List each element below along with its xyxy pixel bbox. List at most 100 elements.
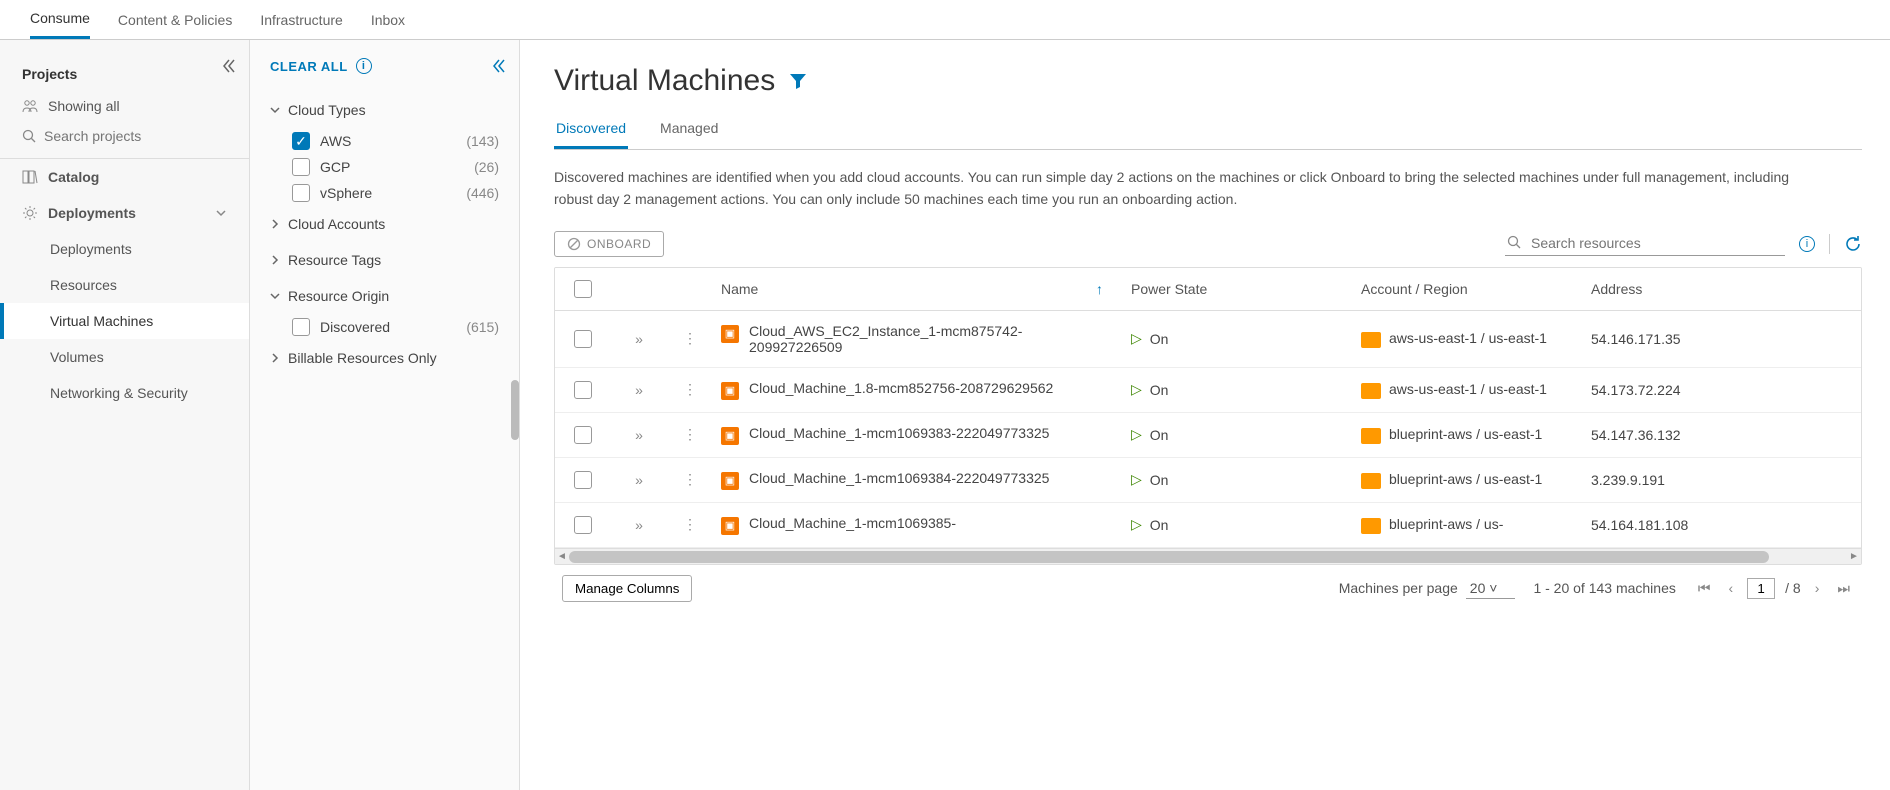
page-next-icon[interactable]: › xyxy=(1811,578,1824,598)
search-projects[interactable] xyxy=(0,122,249,159)
vm-name: Cloud_AWS_EC2_Instance_1-mcm875742-20992… xyxy=(749,323,1115,355)
filter-discovered[interactable]: Discovered (615) xyxy=(270,314,499,340)
filter-aws-count: (143) xyxy=(466,133,499,149)
chevron-down-icon: ˅ xyxy=(1489,580,1497,596)
table-row[interactable]: »⋮▣Cloud_Machine_1-mcm1069383-2220497733… xyxy=(555,413,1861,458)
collapse-sidebar-icon[interactable] xyxy=(221,58,237,74)
scrollbar-thumb[interactable] xyxy=(511,380,519,440)
power-state: On xyxy=(1150,472,1169,488)
filter-gcp-count: (26) xyxy=(474,159,499,175)
clear-all-button[interactable]: CLEAR ALL i xyxy=(270,58,499,74)
vm-name: Cloud_Machine_1-mcm1069384-222049773325 xyxy=(749,470,1049,486)
collapse-filter-icon[interactable] xyxy=(491,58,507,74)
kebab-icon[interactable]: ⋮ xyxy=(667,459,713,500)
filter-resource-tags[interactable]: Resource Tags xyxy=(270,242,499,278)
tab-inbox[interactable]: Inbox xyxy=(371,2,405,38)
sort-asc-icon[interactable]: ↑ xyxy=(1096,281,1103,297)
refresh-icon[interactable] xyxy=(1844,235,1862,253)
expand-icon[interactable]: » xyxy=(611,415,667,455)
power-state: On xyxy=(1150,427,1169,443)
row-checkbox[interactable] xyxy=(574,381,592,399)
tab-consume[interactable]: Consume xyxy=(30,0,90,39)
row-checkbox[interactable] xyxy=(574,471,592,489)
address: 54.173.72.224 xyxy=(1583,370,1823,410)
expand-icon[interactable]: » xyxy=(611,505,667,545)
page-input[interactable] xyxy=(1747,578,1775,599)
tab-content-policies[interactable]: Content & Policies xyxy=(118,2,232,38)
select-all-checkbox[interactable] xyxy=(574,280,592,298)
nav-virtual-machines[interactable]: Virtual Machines xyxy=(0,303,249,339)
expand-icon[interactable]: » xyxy=(611,460,667,500)
filter-icon[interactable] xyxy=(789,72,807,90)
aws-icon xyxy=(1361,383,1381,399)
kebab-icon[interactable]: ⋮ xyxy=(667,318,713,359)
nav-deployments[interactable]: Deployments xyxy=(0,195,249,231)
page-last-icon[interactable]: ⏭ xyxy=(1833,578,1854,599)
filter-aws-label: AWS xyxy=(320,133,351,149)
tab-infrastructure[interactable]: Infrastructure xyxy=(260,2,342,38)
filter-cloud-types-label: Cloud Types xyxy=(288,102,366,118)
filter-resource-origin[interactable]: Resource Origin xyxy=(270,278,499,314)
col-account[interactable]: Account / Region xyxy=(1353,269,1583,309)
filter-aws[interactable]: ✓ AWS (143) xyxy=(270,128,499,154)
row-checkbox[interactable] xyxy=(574,330,592,348)
kebab-icon[interactable]: ⋮ xyxy=(667,414,713,455)
manage-columns-button[interactable]: Manage Columns xyxy=(562,575,692,602)
vm-icon: ▣ xyxy=(721,517,739,535)
power-on-icon: ▷ xyxy=(1131,516,1142,533)
expand-icon[interactable]: » xyxy=(611,370,667,410)
kebab-icon[interactable]: ⋮ xyxy=(667,369,713,410)
nav-deployments-sub[interactable]: Deployments xyxy=(0,231,249,267)
filter-gcp[interactable]: GCP (26) xyxy=(270,154,499,180)
search-projects-input[interactable] xyxy=(44,128,214,144)
scroll-right-icon[interactable]: ► xyxy=(1847,549,1861,565)
table-row[interactable]: »⋮▣Cloud_Machine_1.8-mcm852756-208729629… xyxy=(555,368,1861,413)
col-power[interactable]: Power State xyxy=(1123,269,1353,309)
per-page-select[interactable]: 20 ˅ xyxy=(1466,578,1516,599)
page-description: Discovered machines are identified when … xyxy=(554,150,1804,231)
search-resources[interactable] xyxy=(1505,231,1785,256)
page-first-icon[interactable]: ⏮ xyxy=(1694,578,1715,599)
nav-catalog[interactable]: Catalog xyxy=(0,159,249,195)
table-row[interactable]: »⋮▣Cloud_AWS_EC2_Instance_1-mcm875742-20… xyxy=(555,311,1861,368)
nav-networking-security[interactable]: Networking & Security xyxy=(0,375,249,411)
info-icon[interactable]: i xyxy=(356,58,372,74)
checkbox-icon[interactable] xyxy=(292,184,310,202)
filter-gcp-label: GCP xyxy=(320,159,350,175)
info-icon[interactable]: i xyxy=(1799,236,1815,252)
nav-resources[interactable]: Resources xyxy=(0,267,249,303)
scroll-left-icon[interactable]: ◄ xyxy=(555,549,569,565)
col-name[interactable]: Name ↑ xyxy=(713,269,1123,309)
scrollbar-thumb[interactable] xyxy=(569,551,1769,563)
chevron-right-icon xyxy=(270,219,280,229)
address: 54.164.181.108 xyxy=(1583,505,1823,545)
tab-discovered[interactable]: Discovered xyxy=(554,110,628,149)
filter-cloud-types[interactable]: Cloud Types xyxy=(270,92,499,128)
search-resources-input[interactable] xyxy=(1505,231,1785,256)
checkbox-icon[interactable] xyxy=(292,158,310,176)
filter-cloud-accounts[interactable]: Cloud Accounts xyxy=(270,206,499,242)
tab-managed[interactable]: Managed xyxy=(658,110,720,149)
power-state: On xyxy=(1150,382,1169,398)
main-content: Virtual Machines Discovered Managed Disc… xyxy=(520,40,1890,790)
checkbox-checked-icon[interactable]: ✓ xyxy=(292,132,310,150)
onboard-button[interactable]: ONBOARD xyxy=(554,231,664,257)
page-prev-icon[interactable]: ‹ xyxy=(1724,578,1737,598)
expand-icon[interactable]: » xyxy=(611,319,667,359)
horizontal-scrollbar[interactable]: ◄ ► xyxy=(555,548,1861,564)
row-checkbox[interactable] xyxy=(574,516,592,534)
catalog-icon xyxy=(22,169,38,185)
showing-all[interactable]: Showing all xyxy=(0,90,249,122)
row-checkbox[interactable] xyxy=(574,426,592,444)
filter-billable[interactable]: Billable Resources Only xyxy=(270,340,499,376)
nav-volumes[interactable]: Volumes xyxy=(0,339,249,375)
account-region: aws-us-east-1 / us-east-1 xyxy=(1389,330,1547,346)
col-address[interactable]: Address xyxy=(1583,269,1823,309)
filter-vsphere[interactable]: vSphere (446) xyxy=(270,180,499,206)
table-row[interactable]: »⋮▣Cloud_Machine_1-mcm1069385-▷Onbluepri… xyxy=(555,503,1861,548)
vm-icon: ▣ xyxy=(721,427,739,445)
checkbox-icon[interactable] xyxy=(292,318,310,336)
filter-panel: CLEAR ALL i Cloud Types ✓ AWS (143) GCP … xyxy=(250,40,520,790)
kebab-icon[interactable]: ⋮ xyxy=(667,504,713,545)
table-row[interactable]: »⋮▣Cloud_Machine_1-mcm1069384-2220497733… xyxy=(555,458,1861,503)
